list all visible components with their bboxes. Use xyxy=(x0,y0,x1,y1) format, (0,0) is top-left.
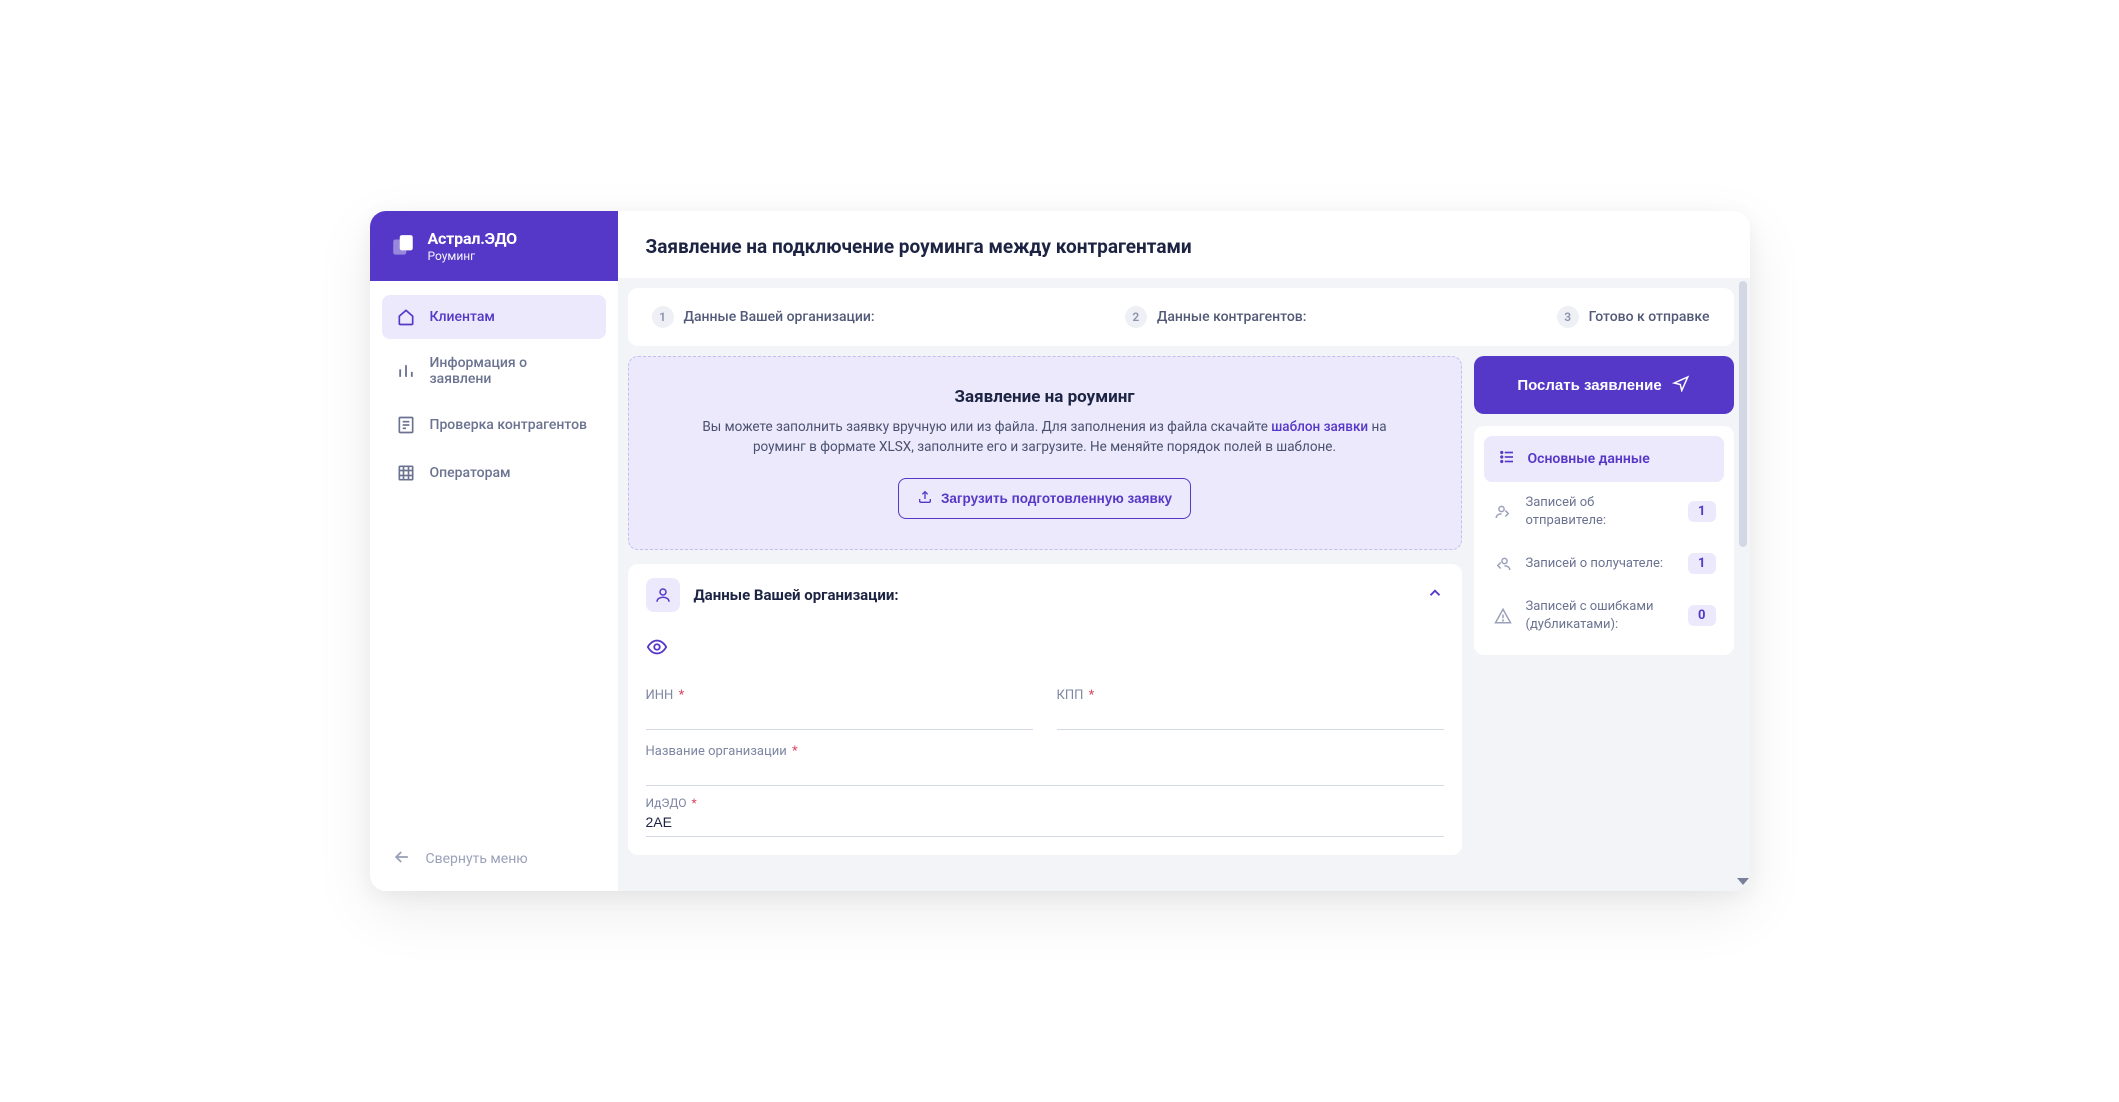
stats-header-label: Основные данные xyxy=(1528,451,1650,467)
kpp-input[interactable] xyxy=(1057,703,1444,730)
upload-icon xyxy=(917,489,933,508)
building-icon xyxy=(396,463,416,483)
stat-row-recipient: Записей о получателе: 1 xyxy=(1484,541,1724,586)
home-icon xyxy=(396,307,416,327)
list-icon xyxy=(1498,448,1516,470)
person-right-icon xyxy=(1492,503,1514,521)
stat-label: Записей об отправителе: xyxy=(1526,494,1677,529)
idedo-input[interactable] xyxy=(646,810,1444,837)
scrollbar-thumb[interactable] xyxy=(1739,281,1747,547)
collapse-menu-button[interactable]: Свернуть меню xyxy=(370,827,618,891)
idedo-field: ИдЭДО * xyxy=(646,796,1444,837)
sidebar-item-label: Клиентам xyxy=(430,309,495,325)
visibility-toggle[interactable] xyxy=(646,630,1444,674)
template-download-link[interactable]: шаблон заявки xyxy=(1271,419,1368,435)
stat-badge: 1 xyxy=(1688,501,1715,522)
step-1[interactable]: 1 Данные Вашей организации: xyxy=(652,306,875,328)
inn-label: ИНН * xyxy=(646,688,1033,703)
kpp-field: КПП * xyxy=(1057,688,1444,730)
stat-row-errors: Записей с ошибками (дубликатами): 0 xyxy=(1484,586,1724,645)
step-3[interactable]: 3 Готово к отправке xyxy=(1557,306,1710,328)
stat-label: Записей о получателе: xyxy=(1526,555,1677,573)
sidebar-item-operators[interactable]: Операторам xyxy=(382,451,606,495)
person-left-icon xyxy=(1492,555,1514,573)
step-number: 2 xyxy=(1125,306,1147,328)
stat-row-sender: Записей об отправителе: 1 xyxy=(1484,482,1724,541)
inn-field: ИНН * xyxy=(646,688,1033,730)
step-2[interactable]: 2 Данные контрагентов: xyxy=(1125,306,1307,328)
panel-body: ИНН * КПП * Название организации * xyxy=(628,626,1462,855)
bars-icon xyxy=(396,361,416,381)
submit-application-button[interactable]: Послать заявление xyxy=(1474,356,1734,414)
callout-text-before: Вы можете заполнить заявку вручную или и… xyxy=(702,419,1271,435)
stat-label: Записей с ошибками (дубликатами): xyxy=(1526,598,1677,633)
send-icon xyxy=(1672,374,1690,396)
sidebar: Астрал.ЭДО Роуминг Клиентам Информация о… xyxy=(370,211,618,891)
stat-badge: 1 xyxy=(1688,553,1715,574)
document-list-icon xyxy=(396,415,416,435)
app-window: Астрал.ЭДО Роуминг Клиентам Информация о… xyxy=(370,211,1750,891)
step-label: Готово к отправке xyxy=(1589,309,1710,325)
stat-badge: 0 xyxy=(1688,605,1715,626)
field-row: ИдЭДО * xyxy=(646,796,1444,837)
side-column: Послать заявление Основные данные xyxy=(1474,356,1734,891)
arrow-left-icon xyxy=(392,847,412,871)
sidebar-item-label: Информация о заявлени xyxy=(430,355,592,387)
content-area: Заявление на роуминг Вы можете заполнить… xyxy=(618,346,1750,891)
main-header: Заявление на подключение роуминга между … xyxy=(618,211,1750,278)
org-name-field: Название организации * xyxy=(646,744,1444,786)
org-name-label: Название организации * xyxy=(646,744,1444,759)
chevron-up-icon[interactable] xyxy=(1426,584,1444,606)
page-title: Заявление на подключение роуминга между … xyxy=(646,235,1722,258)
step-number: 3 xyxy=(1557,306,1579,328)
callout-description: Вы можете заполнить заявку вручную или и… xyxy=(689,417,1401,458)
org-data-panel: Данные Вашей организации: ИНН * xyxy=(628,564,1462,855)
brand-title: Астрал.ЭДО xyxy=(428,229,517,248)
brand-block: Астрал.ЭДО Роуминг xyxy=(370,211,618,281)
stepper: 1 Данные Вашей организации: 2 Данные кон… xyxy=(628,288,1734,346)
callout-title: Заявление на роуминг xyxy=(689,387,1401,407)
step-number: 1 xyxy=(652,306,674,328)
brand-subtitle: Роуминг xyxy=(428,249,517,263)
step-label: Данные контрагентов: xyxy=(1157,309,1307,325)
brand-logo-icon xyxy=(390,233,416,259)
org-name-input[interactable] xyxy=(646,759,1444,786)
person-icon xyxy=(646,578,680,612)
sidebar-item-info[interactable]: Информация о заявлени xyxy=(382,343,606,399)
step-label: Данные Вашей организации: xyxy=(684,309,875,325)
scrollbar[interactable] xyxy=(1739,281,1747,871)
brand-text: Астрал.ЭДО Роуминг xyxy=(428,229,517,263)
kpp-label: КПП * xyxy=(1057,688,1444,703)
sidebar-item-label: Операторам xyxy=(430,465,511,481)
sidebar-item-label: Проверка контрагентов xyxy=(430,417,587,433)
sidebar-item-verify[interactable]: Проверка контрагентов xyxy=(382,403,606,447)
sidebar-item-clients[interactable]: Клиентам xyxy=(382,295,606,339)
stats-card: Основные данные Записей об отправителе: … xyxy=(1474,426,1734,655)
form-column: Заявление на роуминг Вы можете заполнить… xyxy=(628,356,1462,891)
upload-file-button[interactable]: Загрузить подготовленную заявку xyxy=(898,478,1191,519)
idedo-label: ИдЭДО * xyxy=(646,796,1444,810)
collapse-menu-label: Свернуть меню xyxy=(426,851,528,867)
panel-title: Данные Вашей организации: xyxy=(694,586,1412,604)
field-row: Название организации * xyxy=(646,744,1444,786)
inn-input[interactable] xyxy=(646,703,1033,730)
upload-callout: Заявление на роуминг Вы можете заполнить… xyxy=(628,356,1462,550)
submit-button-label: Послать заявление xyxy=(1517,377,1661,394)
main-area: Заявление на подключение роуминга между … xyxy=(618,211,1750,891)
field-row: ИНН * КПП * xyxy=(646,688,1444,730)
stats-header[interactable]: Основные данные xyxy=(1484,436,1724,482)
upload-button-label: Загрузить подготовленную заявку xyxy=(941,491,1172,506)
sidebar-nav: Клиентам Информация о заявлени Проверка … xyxy=(370,281,618,509)
panel-header[interactable]: Данные Вашей организации: xyxy=(628,564,1462,626)
warning-icon xyxy=(1492,607,1514,625)
